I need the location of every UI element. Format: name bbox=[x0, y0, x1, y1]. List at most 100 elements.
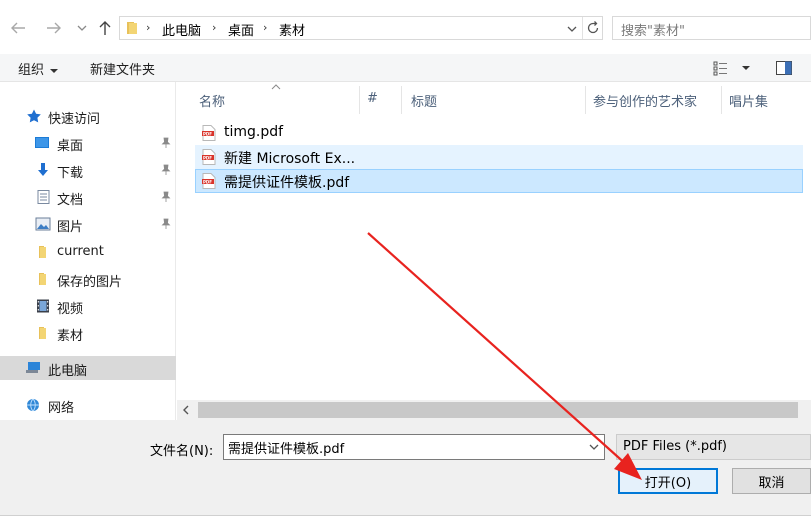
new-folder-button[interactable]: 新建文件夹 bbox=[90, 59, 155, 78]
column-divider[interactable] bbox=[721, 86, 722, 114]
forward-button[interactable] bbox=[44, 17, 64, 39]
computer-icon bbox=[26, 362, 40, 373]
sort-ascending-icon bbox=[271, 84, 281, 90]
nav-quick-access[interactable]: 快速访问 bbox=[0, 104, 176, 128]
up-arrow-icon bbox=[99, 21, 111, 35]
address-bar[interactable]: › 此电脑 › 桌面 › 素材 bbox=[119, 16, 603, 40]
search-placeholder: 搜索"素材" bbox=[621, 24, 685, 39]
nav-label: 快速访问 bbox=[48, 112, 101, 127]
document-icon bbox=[37, 190, 50, 204]
network-icon bbox=[27, 398, 39, 412]
nav-item-downloads[interactable]: 下载 bbox=[0, 158, 176, 182]
view-dropdown-icon[interactable] bbox=[742, 66, 750, 70]
view-options-icon[interactable] bbox=[713, 59, 731, 77]
back-button[interactable] bbox=[8, 17, 28, 39]
refresh-icon bbox=[587, 21, 599, 34]
up-button[interactable] bbox=[95, 17, 115, 39]
column-title[interactable]: 标题 bbox=[411, 91, 437, 110]
folder-icon bbox=[39, 273, 46, 285]
nav-label: 视频 bbox=[57, 302, 84, 317]
pin-icon[interactable] bbox=[160, 164, 172, 176]
column-contributing-artists[interactable]: 参与创作的艺术家 bbox=[593, 91, 697, 110]
crumb-this-pc[interactable]: 此电脑 bbox=[162, 20, 201, 39]
crumb-separator: › bbox=[263, 21, 268, 34]
refresh-button[interactable] bbox=[582, 17, 603, 39]
nav-label: 此电脑 bbox=[48, 364, 88, 379]
organize-menu[interactable]: 组织 bbox=[18, 59, 59, 78]
nav-label: 下载 bbox=[57, 166, 84, 181]
crumb-desktop[interactable]: 桌面 bbox=[228, 20, 254, 39]
chevron-down-icon bbox=[50, 68, 59, 73]
folder-icon bbox=[127, 22, 137, 34]
column-number[interactable]: # bbox=[367, 91, 378, 106]
recent-locations-button[interactable] bbox=[72, 17, 92, 39]
crumb-separator: › bbox=[212, 21, 217, 34]
command-bar: 组织 新建文件夹 bbox=[0, 54, 811, 82]
video-icon bbox=[37, 299, 49, 313]
file-row-selected[interactable]: PDF 需提供证件模板.pdf bbox=[195, 169, 803, 193]
pin-icon[interactable] bbox=[160, 137, 172, 149]
pdf-icon: PDF bbox=[202, 125, 216, 141]
nav-label: current bbox=[57, 244, 104, 259]
pdf-icon: PDF bbox=[202, 173, 216, 189]
nav-item-videos[interactable]: 视频 bbox=[0, 294, 176, 318]
nav-item-documents[interactable]: 文档 bbox=[0, 185, 176, 209]
column-divider[interactable] bbox=[401, 86, 402, 114]
preview-pane-icon[interactable] bbox=[775, 59, 793, 77]
open-button[interactable]: 打开(O) bbox=[618, 468, 718, 494]
navigation-pane: 快速访问 桌面 下载 文档 图片 current 保存的图片 视频 素材 此电脑 bbox=[0, 82, 176, 420]
nav-label: 文档 bbox=[57, 193, 84, 208]
file-name: 新建 Microsoft Ex... bbox=[224, 151, 356, 167]
history-dropdown-icon bbox=[77, 25, 87, 31]
filetype-value: PDF Files (*.pdf) bbox=[623, 439, 727, 454]
nav-item-desktop[interactable]: 桌面 bbox=[0, 131, 176, 155]
navigation-bar: › 此电脑 › 桌面 › 素材 搜索"素材" bbox=[0, 0, 811, 54]
window-bottom-edge bbox=[0, 515, 811, 521]
nav-label: 网络 bbox=[48, 401, 75, 416]
file-name: 需提供证件模板.pdf bbox=[224, 175, 350, 191]
dialog-footer: 文件名(N): PDF Files (*.pdf) 打开(O) 取消 bbox=[0, 420, 811, 521]
nav-label: 桌面 bbox=[57, 139, 84, 154]
nav-item-sucai[interactable]: 素材 bbox=[0, 321, 176, 345]
nav-item-network[interactable]: 网络 bbox=[0, 393, 176, 417]
svg-text:PDF: PDF bbox=[203, 131, 212, 136]
file-row[interactable]: PDF timg.pdf bbox=[195, 121, 803, 145]
svg-text:PDF: PDF bbox=[203, 179, 212, 184]
scroll-left-icon[interactable] bbox=[182, 405, 190, 415]
cancel-button[interactable]: 取消 bbox=[732, 468, 811, 494]
crumb-folder[interactable]: 素材 bbox=[279, 20, 305, 39]
star-icon bbox=[27, 109, 41, 123]
pin-icon[interactable] bbox=[160, 218, 172, 230]
filetype-select[interactable]: PDF Files (*.pdf) bbox=[616, 434, 811, 460]
pdf-icon: PDF bbox=[202, 149, 216, 165]
nav-item-saved-pictures[interactable]: 保存的图片 bbox=[0, 267, 176, 291]
nav-item-pictures[interactable]: 图片 bbox=[0, 212, 176, 236]
download-icon bbox=[38, 163, 48, 176]
horizontal-scrollbar[interactable] bbox=[177, 400, 811, 420]
file-list: 名称 # 标题 参与创作的艺术家 唱片集 PDF timg.pdf PDF 新建… bbox=[177, 82, 811, 420]
column-name[interactable]: 名称 bbox=[199, 91, 225, 110]
picture-icon bbox=[35, 217, 51, 231]
search-box[interactable]: 搜索"素材" bbox=[612, 16, 811, 40]
crumb-separator: › bbox=[146, 21, 151, 34]
filename-input[interactable] bbox=[224, 435, 584, 459]
address-dropdown-icon[interactable] bbox=[564, 21, 580, 37]
svg-text:PDF: PDF bbox=[203, 155, 212, 160]
nav-item-current[interactable]: current bbox=[0, 240, 176, 264]
organize-label: 组织 bbox=[18, 63, 45, 78]
file-name: timg.pdf bbox=[224, 124, 284, 140]
nav-label: 素材 bbox=[57, 329, 84, 344]
file-row[interactable]: PDF 新建 Microsoft Ex... bbox=[195, 145, 803, 169]
pin-icon[interactable] bbox=[160, 191, 172, 203]
folder-icon bbox=[39, 327, 46, 339]
chevron-down-icon[interactable] bbox=[588, 443, 600, 451]
column-headers: 名称 # 标题 参与创作的艺术家 唱片集 bbox=[177, 82, 811, 116]
nav-item-this-pc[interactable]: 此电脑 bbox=[0, 356, 176, 380]
column-album[interactable]: 唱片集 bbox=[729, 91, 768, 110]
filename-field[interactable] bbox=[223, 434, 605, 460]
column-divider[interactable] bbox=[359, 86, 360, 114]
nav-label: 图片 bbox=[57, 220, 84, 235]
column-divider[interactable] bbox=[585, 86, 586, 114]
nav-label: 保存的图片 bbox=[57, 275, 123, 290]
scrollbar-thumb[interactable] bbox=[198, 402, 798, 418]
